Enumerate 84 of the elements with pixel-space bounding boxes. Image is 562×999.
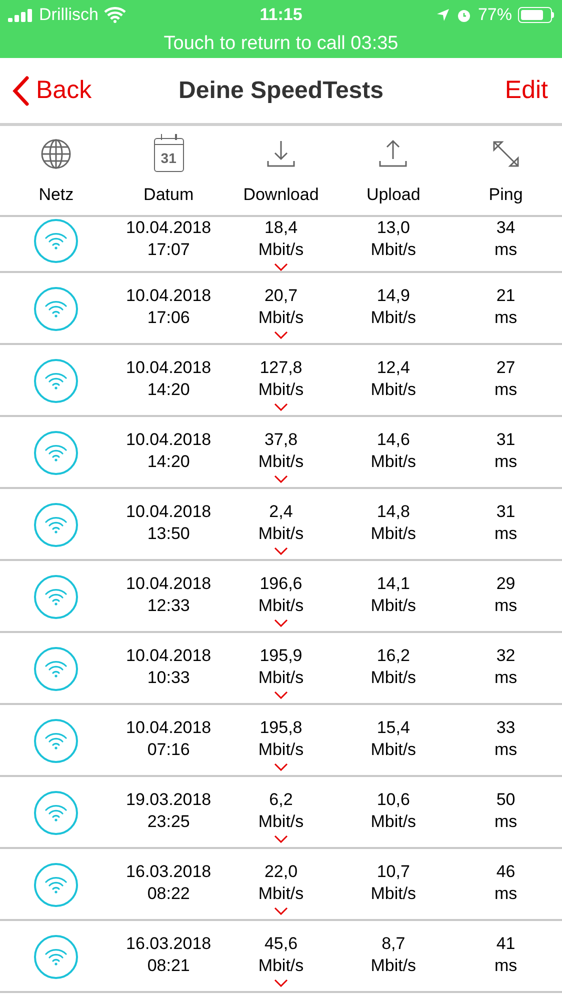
table-cell: 195,8 Mbit/s xyxy=(258,717,304,761)
table-cell: 14,6 Mbit/s xyxy=(370,429,416,473)
chevron-down-icon xyxy=(274,835,288,843)
wifi-icon xyxy=(34,503,78,547)
table-cell: 32 ms xyxy=(494,645,518,689)
table-cell: 10.04.2018 12:33 xyxy=(126,573,212,617)
wifi-icon xyxy=(34,791,78,835)
table-cell: 27 ms xyxy=(494,357,518,401)
table-cell: 14,1 Mbit/s xyxy=(370,573,416,617)
edit-button[interactable]: Edit xyxy=(504,72,550,110)
wifi-icon xyxy=(34,935,78,979)
table-cell: 10.04.2018 07:16 xyxy=(126,717,212,761)
table-cell: 16.03.2018 08:22 xyxy=(126,861,212,905)
column-header[interactable]: Ping xyxy=(488,182,523,207)
table-cell: 33 ms xyxy=(494,717,518,761)
table-cell: 10,7 Mbit/s xyxy=(370,861,416,905)
wifi-icon xyxy=(104,7,126,23)
table-cell: 41 ms xyxy=(494,933,518,977)
table-cell: 13,0 Mbit/s xyxy=(370,217,416,261)
chevron-down-icon xyxy=(274,691,288,699)
table-cell: 19.03.2018 23:25 xyxy=(126,789,212,833)
chevron-down-icon xyxy=(274,547,288,555)
table-cell: 34 ms xyxy=(494,217,518,261)
table-cell: 127,8 Mbit/s xyxy=(258,357,304,401)
table-cell: 14,8 Mbit/s xyxy=(370,501,416,545)
chevron-down-icon xyxy=(274,475,288,483)
table-cell: 10.04.2018 17:07 xyxy=(126,217,212,261)
table-cell: 45,6 Mbit/s xyxy=(258,933,304,977)
table-cell: 22,0 Mbit/s xyxy=(258,861,304,905)
location-arrow-icon xyxy=(436,8,450,22)
wifi-icon xyxy=(34,219,78,263)
table-cell: 10,6 Mbit/s xyxy=(370,789,416,833)
chevron-left-icon xyxy=(12,76,30,106)
battery-icon xyxy=(518,7,554,23)
chevron-down-icon xyxy=(274,403,288,411)
chevron-down-icon xyxy=(274,263,288,271)
table-cell: 29 ms xyxy=(494,573,518,617)
table-cell: 10.04.2018 13:50 xyxy=(126,501,212,545)
column-header[interactable]: Download xyxy=(243,182,319,207)
table-cell: 31 ms xyxy=(494,501,518,545)
wifi-icon xyxy=(34,359,78,403)
column-header[interactable]: Datum xyxy=(144,182,194,207)
back-button[interactable]: Back xyxy=(12,72,92,110)
table-cell: 16.03.2018 08:21 xyxy=(126,933,212,977)
globe-icon xyxy=(39,136,74,170)
wifi-icon xyxy=(34,647,78,691)
table-cell: 2,4 Mbit/s xyxy=(258,501,304,545)
table-cell: 21 ms xyxy=(494,285,518,329)
chevron-down-icon xyxy=(274,907,288,915)
table-cell: 195,9 Mbit/s xyxy=(258,645,304,689)
wifi-icon xyxy=(34,431,78,475)
column-header[interactable]: Netz xyxy=(38,182,74,207)
chevron-down-icon xyxy=(274,979,288,987)
table-cell: 50 ms xyxy=(494,789,518,833)
table-cell: 15,4 Mbit/s xyxy=(370,717,416,761)
signal-icon xyxy=(8,8,34,22)
table-cell: 37,8 Mbit/s xyxy=(258,429,304,473)
table-cell: 18,4 Mbit/s xyxy=(258,217,304,261)
table-cell: 12,4 Mbit/s xyxy=(370,357,416,401)
table-cell: 16,2 Mbit/s xyxy=(370,645,416,689)
table-cell: 10.04.2018 14:20 xyxy=(126,357,212,401)
chevron-down-icon xyxy=(274,763,288,771)
clock: 11:15 xyxy=(260,4,302,26)
chevron-down-icon xyxy=(274,331,288,339)
table-cell: 196,6 Mbit/s xyxy=(258,573,304,617)
wifi-icon xyxy=(34,863,78,907)
battery-percent: 77% xyxy=(478,4,512,26)
table-cell: 6,2 Mbit/s xyxy=(258,789,304,833)
table-cell: 10.04.2018 14:20 xyxy=(126,429,212,473)
table-cell: 31 ms xyxy=(494,429,518,473)
wifi-icon xyxy=(34,575,78,619)
wifi-icon xyxy=(34,719,78,763)
table-cell: 14,9 Mbit/s xyxy=(370,285,416,329)
page-title: Deine SpeedTests xyxy=(178,76,384,106)
alarm-clock-icon xyxy=(456,7,472,23)
table-cell: 10.04.2018 10:33 xyxy=(126,645,212,689)
wifi-icon xyxy=(34,287,78,331)
table-cell: 10.04.2018 17:06 xyxy=(126,285,212,329)
carrier-name: Drillisch xyxy=(39,4,98,26)
table-cell: 20,7 Mbit/s xyxy=(258,285,304,329)
table-cell: 46 ms xyxy=(494,861,518,905)
column-header[interactable]: Upload xyxy=(366,182,420,207)
chevron-down-icon xyxy=(274,619,288,627)
table-cell: 8,7 Mbit/s xyxy=(370,933,416,977)
